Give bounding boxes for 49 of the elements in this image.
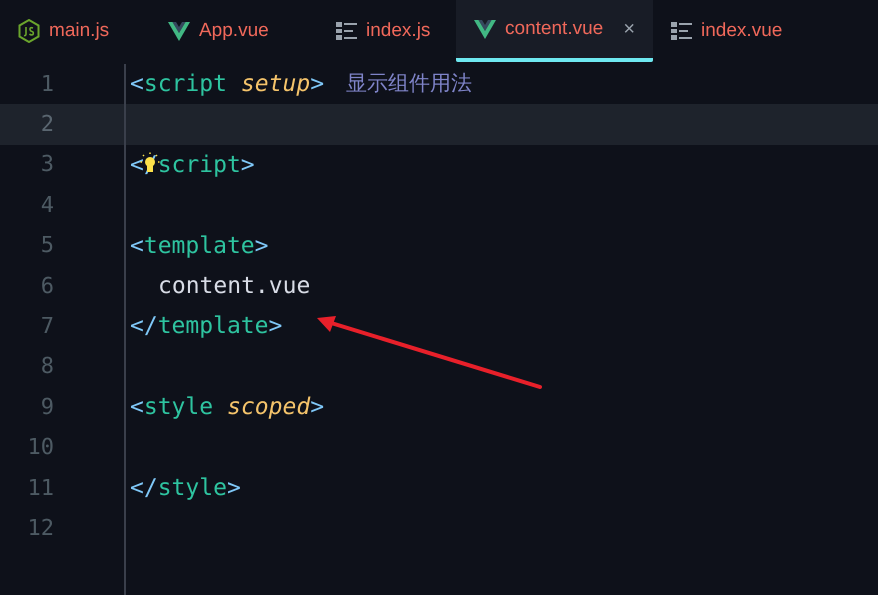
- line-number: 8: [40, 353, 54, 382]
- tab-label: index.vue: [701, 18, 782, 43]
- line-number: 11: [26, 474, 54, 503]
- code-token: template: [158, 312, 268, 342]
- line-number: 1: [40, 70, 54, 99]
- editor-tab[interactable]: index.js: [318, 0, 456, 62]
- line-number: 5: [40, 232, 54, 260]
- line-number: 4: [40, 192, 54, 220]
- code-token: >: [226, 474, 241, 503]
- code-token: >: [310, 393, 324, 422]
- tab-label: App.vue: [199, 18, 269, 43]
- line-number: 6: [40, 272, 54, 301]
- line-number: 2: [40, 111, 54, 140]
- tab-label: main.js: [49, 18, 110, 43]
- editor-tab[interactable]: index.vue: [653, 0, 838, 62]
- code-token: script: [144, 70, 227, 99]
- line-number: 9: [40, 394, 54, 422]
- editor-tab[interactable]: main.js: [0, 0, 150, 62]
- line-number: 7: [40, 313, 54, 342]
- line-number: 3: [40, 151, 54, 180]
- code-token: scoped: [227, 393, 310, 422]
- code-token: script: [158, 150, 241, 180]
- code-token: content.vue: [158, 272, 310, 301]
- code-token: setup: [240, 70, 310, 99]
- code-token: template: [144, 232, 255, 260]
- line-number: 10: [26, 434, 54, 462]
- code-token: >: [310, 70, 324, 99]
- code-token: >: [254, 232, 268, 260]
- code-token: </: [130, 474, 158, 503]
- close-button[interactable]: ×: [623, 14, 635, 44]
- editor-tab[interactable]: content.vue ×: [456, 0, 653, 62]
- tab-label: content.vue: [505, 16, 604, 41]
- hint-text: 显示组件用法: [346, 71, 472, 98]
- list-icon: [671, 22, 692, 40]
- code-token: </: [130, 312, 158, 342]
- hexagon-icon: [18, 19, 40, 43]
- code-token: >: [268, 312, 282, 342]
- code-token: style: [144, 393, 214, 422]
- code-token: <: [130, 70, 144, 99]
- editor-tab[interactable]: App.vue: [150, 0, 318, 62]
- code-token: >: [240, 150, 255, 180]
- code-token: <: [130, 232, 144, 260]
- list-icon: [336, 22, 357, 40]
- line-number: 12: [26, 514, 54, 543]
- code-token: style: [158, 474, 227, 503]
- tab-label: index.js: [366, 18, 430, 43]
- vue-icon: [168, 22, 190, 40]
- code-token: <: [130, 393, 144, 422]
- vue-icon: [474, 20, 496, 38]
